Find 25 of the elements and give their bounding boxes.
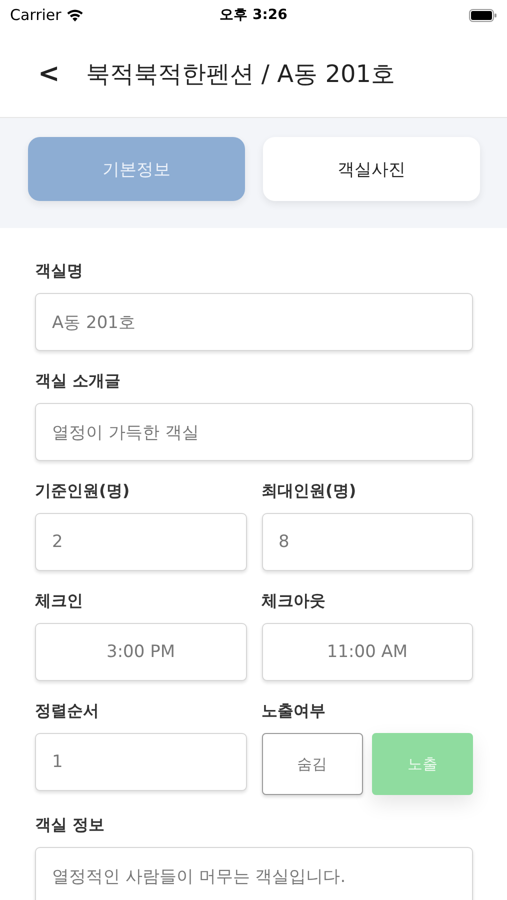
time-field[interactable]: 11:00 AM bbox=[262, 623, 473, 681]
field-label: 노출여부 bbox=[262, 701, 326, 722]
field-label: 최대인원(명) bbox=[262, 481, 358, 502]
field-label: 객실 소개글 bbox=[35, 371, 122, 392]
field-label: 체크인 bbox=[35, 591, 84, 612]
input-field[interactable]: 1 bbox=[35, 733, 246, 791]
input-field[interactable]: 열정적인 사람들이 머무는 객실입니다. bbox=[35, 847, 473, 900]
carrier-name: Carrier bbox=[10, 6, 62, 24]
page-title: 북적북적한펜션 / A동 201호 bbox=[86, 58, 395, 90]
field-label: 정렬순서 bbox=[35, 701, 100, 722]
wifi-icon bbox=[66, 8, 84, 22]
field-label: 기준인원(명) bbox=[35, 481, 131, 502]
field-label: 객실명 bbox=[35, 261, 84, 282]
toggle-option[interactable]: 숨김 bbox=[262, 733, 363, 795]
input-field[interactable]: 8 bbox=[262, 513, 473, 571]
tab[interactable]: 객실사진 bbox=[263, 137, 480, 201]
field-label: 객실 정보 bbox=[35, 815, 106, 836]
status-time: 오후 3:26 bbox=[220, 6, 288, 24]
input-field[interactable]: A동 201호 bbox=[35, 293, 473, 351]
battery-icon bbox=[468, 8, 497, 22]
input-field[interactable]: 열정이 가득한 객실 bbox=[35, 403, 473, 461]
input-field[interactable]: 2 bbox=[35, 513, 246, 571]
back-button[interactable]: < bbox=[34, 58, 64, 88]
time-field[interactable]: 3:00 PM bbox=[35, 623, 246, 681]
field-label: 체크아웃 bbox=[262, 591, 326, 612]
